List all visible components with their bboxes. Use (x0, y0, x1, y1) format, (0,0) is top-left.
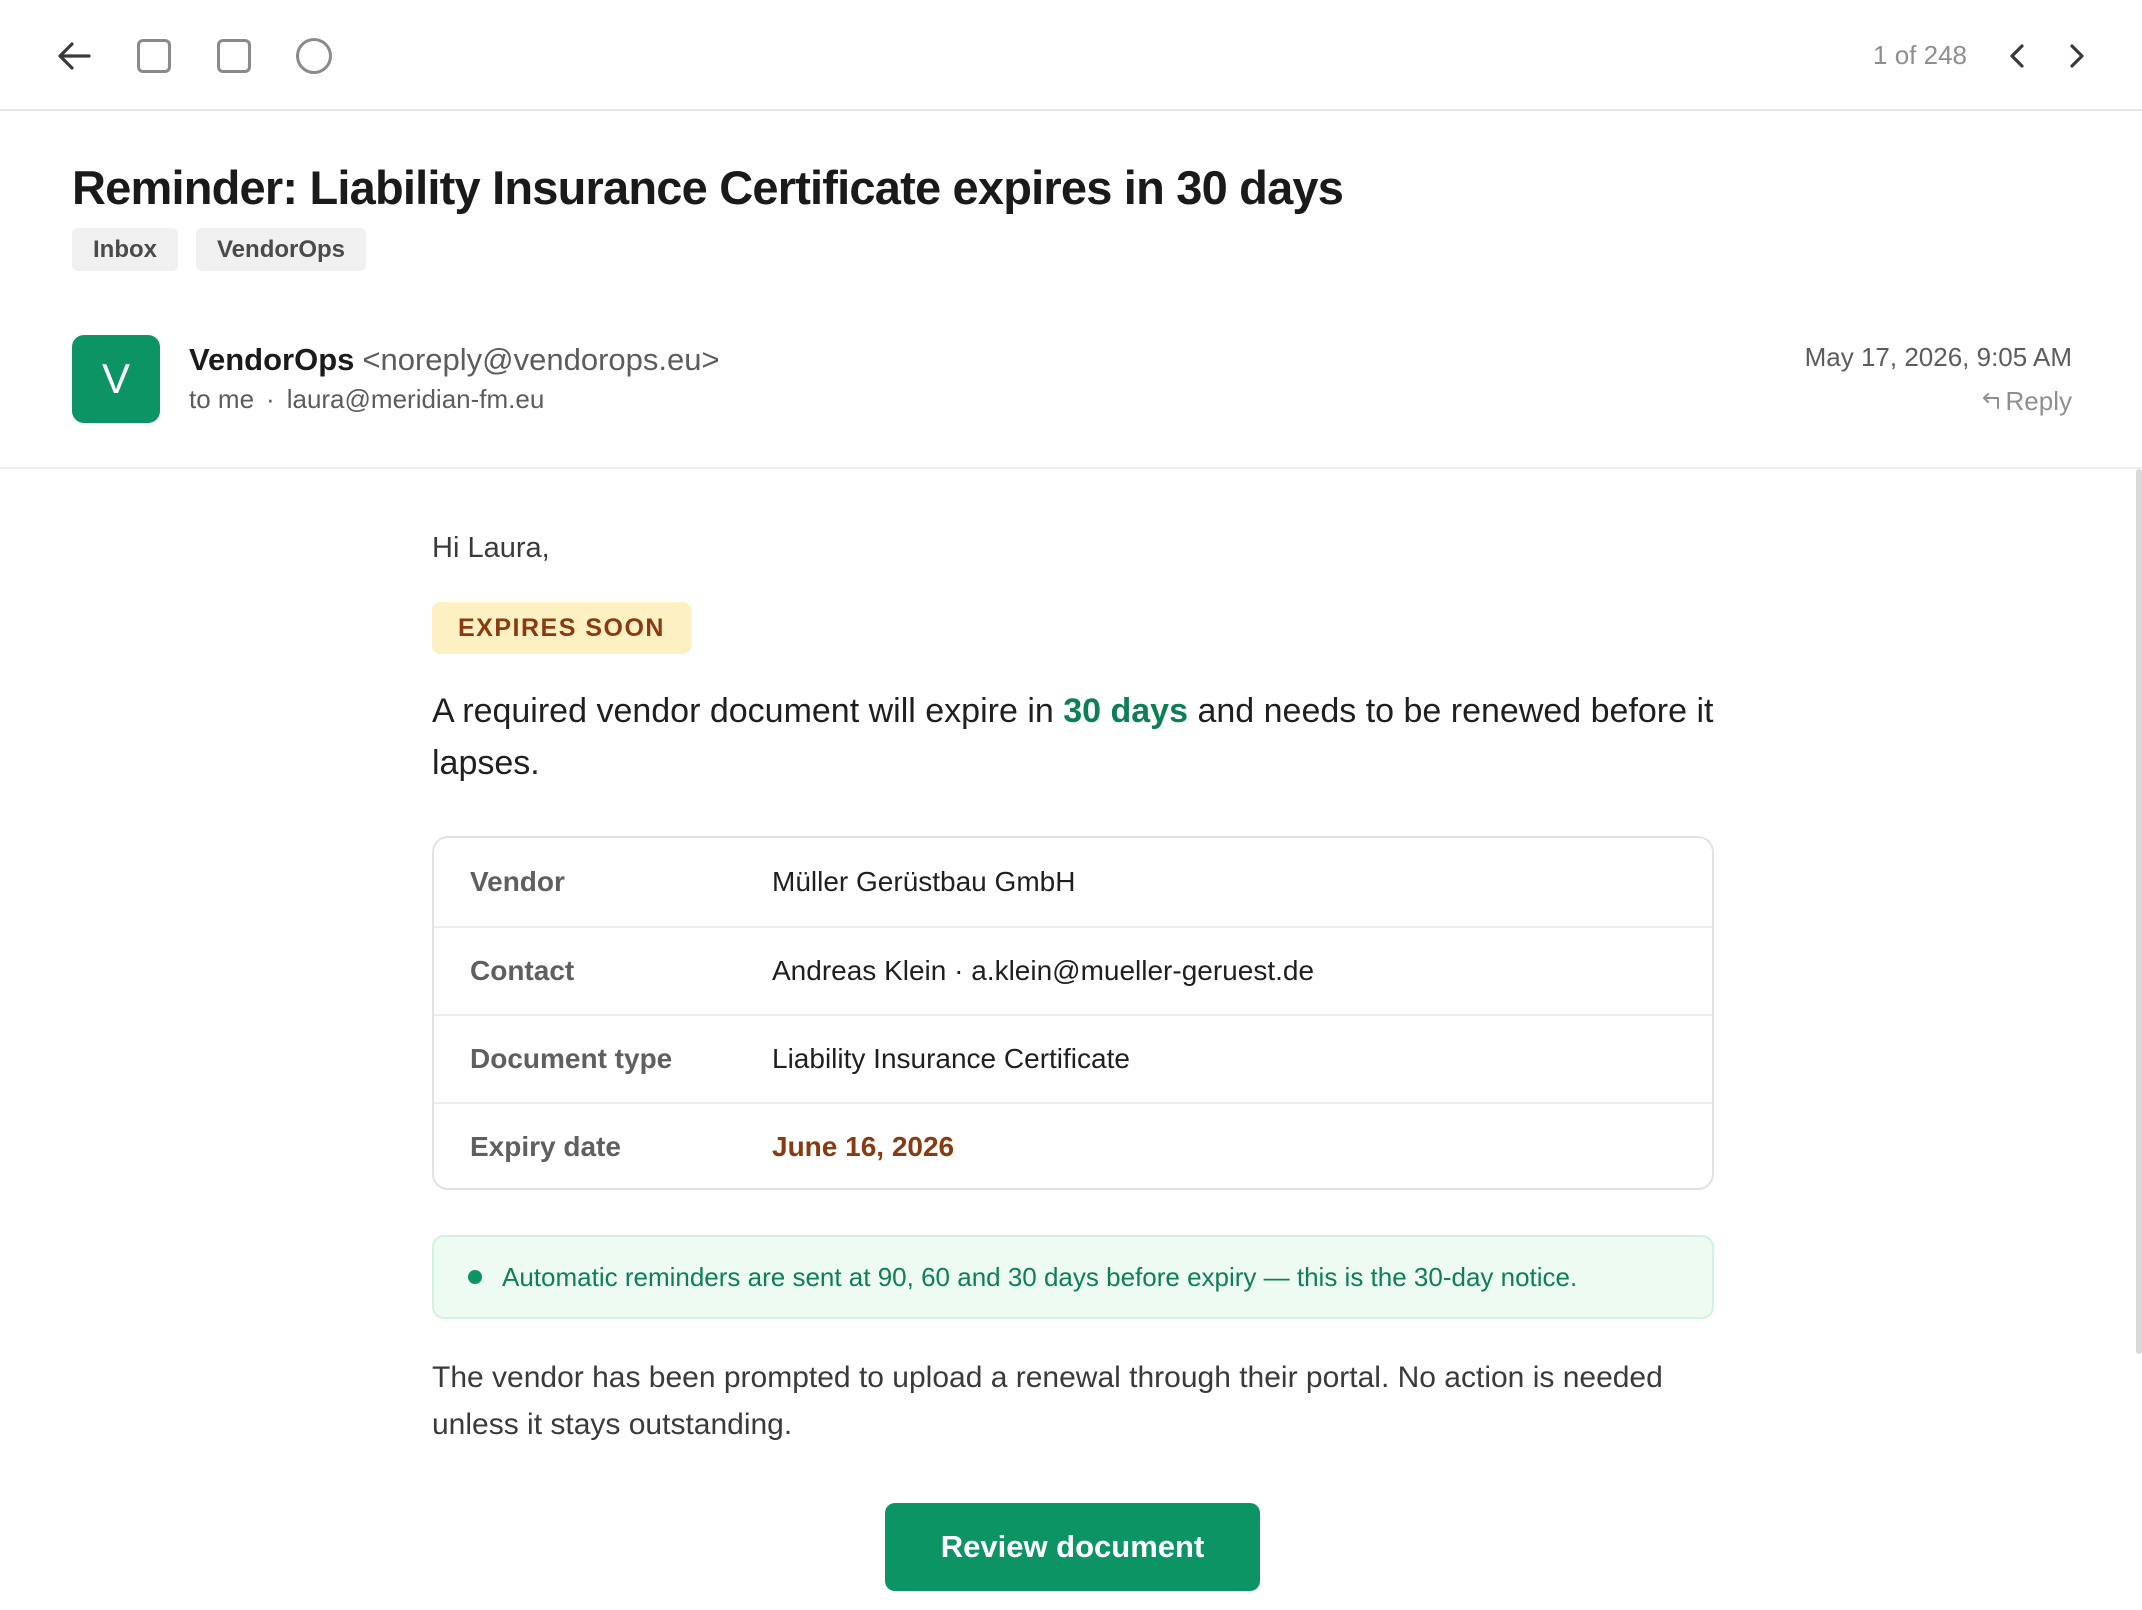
bullet-dot-icon (468, 1270, 482, 1284)
sender-name: VendorOps (189, 342, 355, 377)
recipient-email: laura@meridian-fm.eu (286, 384, 545, 414)
detail-value: June 16, 2026 (772, 1131, 955, 1162)
detail-key: Expiry date (470, 1131, 621, 1162)
info-notice: Automatic reminders are sent at 90, 60 a… (432, 1235, 1714, 1319)
closing-paragraph: The vendor has been prompted to upload a… (432, 1361, 1663, 1441)
chevron-left-icon[interactable] (2002, 38, 2032, 74)
sender-email: <noreply@vendorops.eu> (362, 342, 720, 377)
detail-row-document-type: Document type Liability Insurance Certif… (434, 1014, 1712, 1102)
status-badge: EXPIRES SOON (432, 602, 691, 654)
reply-button[interactable]: Reply (1980, 386, 2072, 417)
detail-key: Document type (470, 1043, 673, 1074)
email-labels: Inbox VendorOps (72, 228, 367, 271)
to-me-label: to me (189, 384, 255, 414)
detail-row-expiry-date: Expiry date June 16, 2026 (434, 1102, 1712, 1188)
reply-icon (1980, 386, 2000, 417)
chevron-right-icon[interactable] (2062, 38, 2092, 74)
intro-highlight: 30 days (1063, 692, 1188, 730)
avatar: V (72, 335, 160, 423)
status-circle-icon[interactable] (295, 37, 333, 75)
intro-text-before: A required vendor document will expire i… (432, 692, 1064, 730)
review-document-button[interactable]: Review document (885, 1503, 1260, 1591)
detail-key: Contact (470, 955, 575, 986)
recipient-line: to me · laura@meridian-fm.eu (189, 384, 544, 415)
detail-row-vendor: Vendor Müller Gerüstbau GmbH (434, 838, 1712, 926)
archive-icon[interactable] (135, 37, 173, 75)
label-chip-vendorops[interactable]: VendorOps (196, 228, 367, 271)
notice-text: Automatic reminders are sent at 90, 60 a… (502, 1261, 1578, 1292)
details-card: Vendor Müller Gerüstbau GmbH Contact And… (432, 836, 1714, 1190)
reply-label: Reply (2005, 386, 2072, 416)
detail-value: Andreas Klein · a.klein@mueller-geruest.… (772, 955, 1315, 986)
greeting: Hi Laura, (432, 532, 550, 564)
label-chip-inbox[interactable]: Inbox (72, 228, 178, 271)
email-subject: Reminder: Liability Insurance Certificat… (72, 161, 1344, 214)
detail-value: Liability Insurance Certificate (772, 1043, 1130, 1074)
intro-paragraph: A required vendor document will expire i… (432, 685, 1722, 789)
scrollbar[interactable] (2136, 469, 2142, 1354)
header-divider (0, 467, 2142, 469)
detail-key: Vendor (470, 866, 565, 897)
detail-row-contact: Contact Andreas Klein · a.klein@mueller-… (434, 926, 1712, 1014)
separator-dot: · (266, 384, 275, 414)
label-icon[interactable] (215, 37, 253, 75)
detail-value: Müller Gerüstbau GmbH (772, 866, 1076, 897)
back-arrow-icon[interactable] (55, 37, 93, 75)
message-counter: 1 of 248 (1873, 40, 1967, 70)
email-date: May 17, 2026, 9:05 AM (1804, 342, 2072, 372)
toolbar: 1 of 248 (0, 0, 2142, 111)
sender-line: VendorOps <noreply@vendorops.eu> (189, 342, 720, 378)
